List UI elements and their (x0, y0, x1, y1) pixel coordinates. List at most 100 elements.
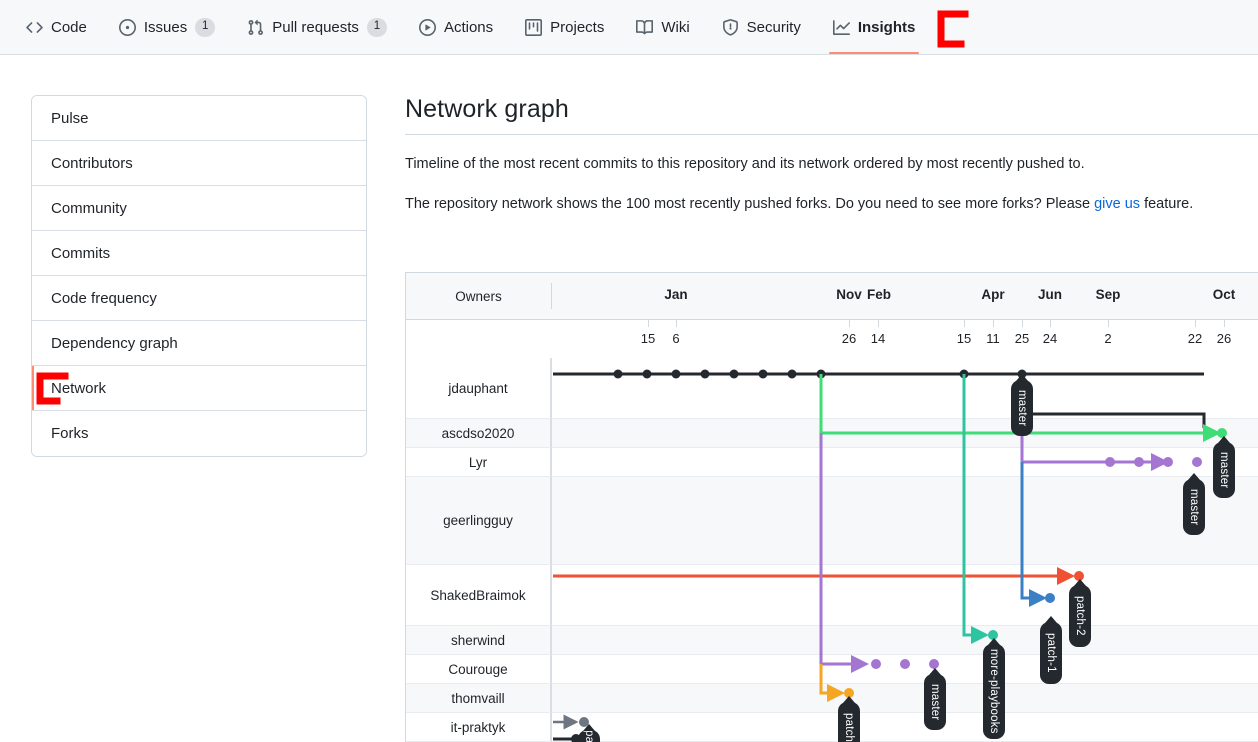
month-label-feb: Feb (866, 287, 892, 302)
nav-item-actions[interactable]: Actions (403, 1, 509, 54)
graph-rows-area: jdauphant ascdso2020 Lyr geerlingguy Sha… (406, 358, 1258, 742)
sidebar-item-commits[interactable]: Commits (32, 231, 366, 276)
sidebar-item-dependency-graph[interactable]: Dependency graph (32, 321, 366, 366)
owner-name: ShakedBraimok (406, 565, 551, 625)
owner-name: thomvaill (406, 684, 551, 712)
page-title: Network graph (405, 95, 569, 123)
repo-nav: Code Issues 1 Pull requests 1 Actions Pr… (0, 0, 1258, 55)
tick-label: 25 (1014, 331, 1030, 346)
owner-name: sherwind (406, 626, 551, 654)
main-content: Network graph Timeline of the most recen… (405, 95, 1258, 234)
branch-tag-patch-1[interactable]: patch-1 (1040, 616, 1062, 684)
sidebar-item-label: Network (51, 379, 107, 397)
table-row[interactable]: it-praktyk (406, 713, 1258, 742)
tick-mark (676, 320, 677, 327)
nav-item-label: Code (51, 18, 87, 36)
sidebar-item-label: Community (51, 199, 127, 217)
insights-sidebar: Pulse Contributors Community Commits Cod… (31, 95, 367, 457)
month-label-jun: Jun (1037, 287, 1063, 302)
nav-item-projects[interactable]: Projects (509, 1, 620, 54)
table-row[interactable]: geerlingguy (406, 477, 1258, 565)
owner-name: it-praktyk (406, 713, 551, 741)
table-row[interactable]: ascdso2020 (406, 419, 1258, 448)
sidebar-item-code-frequency[interactable]: Code frequency (32, 276, 366, 321)
owner-name: Lyr (406, 448, 551, 476)
tick-mark (1108, 320, 1109, 327)
sidebar-item-label: Commits (51, 244, 111, 262)
branch-tag-patch-2[interactable]: patch-2 (1069, 579, 1091, 647)
tick-label: 26 (1216, 331, 1232, 346)
sidebar-item-label: Code frequency (51, 289, 157, 307)
branch-tag-master[interactable]: master (1213, 436, 1235, 498)
tick-mark (648, 320, 649, 327)
table-row[interactable]: Lyr (406, 448, 1258, 477)
owners-column-separator (551, 358, 552, 742)
tick-mark (964, 320, 965, 327)
branch-tag-master[interactable]: master (1011, 374, 1033, 436)
month-label-apr: Apr (981, 287, 1005, 302)
intro-paragraph-2: The repository network shows the 100 mos… (405, 193, 1258, 215)
branch-tag-patch-2[interactable]: patch-2 (578, 724, 600, 742)
graph-header: Owners Jan Nov Feb Apr Jun Sep Oct (406, 273, 1258, 320)
intro-text-before-link: The repository network shows the 100 mos… (405, 196, 1095, 213)
nav-item-insights[interactable]: Insights (817, 1, 932, 54)
give-us-feedback-link[interactable]: give us (1094, 196, 1140, 212)
graph-tick-strip: 15 6 26 14 15 11 25 24 2 22 26 (406, 320, 1258, 358)
branch-tag-master[interactable]: master (924, 668, 946, 730)
git-pull-request-icon (247, 19, 264, 36)
nav-item-code[interactable]: Code (10, 1, 103, 54)
network-graph-page: Code Issues 1 Pull requests 1 Actions Pr… (0, 0, 1258, 742)
tick-mark (1224, 320, 1225, 327)
month-label-sep: Sep (1095, 287, 1121, 302)
nav-item-label: Insights (857, 18, 916, 36)
branch-tag-patch-2[interactable]: patch-2 (838, 696, 860, 742)
owners-column-header: Owners (455, 288, 502, 304)
sidebar-item-label: Pulse (51, 109, 89, 127)
tick-mark (1022, 320, 1023, 327)
tick-label: 24 (1042, 331, 1058, 346)
tick-label: 22 (1187, 331, 1203, 346)
tick-mark (993, 320, 994, 327)
tick-label: 2 (1104, 331, 1112, 346)
code-icon (26, 19, 43, 36)
table-row[interactable]: jdauphant (406, 358, 1258, 419)
book-icon (636, 19, 654, 36)
tick-mark (1195, 320, 1196, 327)
tick-label: 15 (956, 331, 972, 346)
sidebar-item-label: Dependency graph (51, 334, 178, 352)
issues-count-badge: 1 (195, 17, 216, 37)
sidebar-item-pulse[interactable]: Pulse (32, 96, 366, 141)
nav-item-label: Pull requests (272, 18, 359, 36)
title-divider (405, 134, 1258, 135)
sidebar-item-forks[interactable]: Forks (32, 411, 366, 456)
tick-label: 15 (640, 331, 656, 346)
nav-item-issues[interactable]: Issues 1 (103, 1, 231, 54)
table-row[interactable]: Courouge (406, 655, 1258, 684)
intro-paragraph-1: Timeline of the most recent commits to t… (405, 156, 1085, 172)
table-row[interactable]: thomvaill (406, 684, 1258, 713)
table-row[interactable]: sherwind (406, 626, 1258, 655)
owners-header-divider (551, 283, 552, 309)
pull-requests-count-badge: 1 (366, 17, 387, 37)
graph-icon (832, 19, 850, 36)
sidebar-item-community[interactable]: Community (32, 186, 366, 231)
nav-item-label: Security (746, 18, 801, 36)
network-graph-card: Owners Jan Nov Feb Apr Jun Sep Oct 15 6 (405, 272, 1258, 742)
nav-item-wiki[interactable]: Wiki (620, 1, 705, 54)
owner-name: geerlingguy (406, 477, 551, 564)
month-label-jan: Jan (664, 287, 688, 302)
table-row[interactable]: ShakedBraimok (406, 565, 1258, 626)
sidebar-item-contributors[interactable]: Contributors (32, 141, 366, 186)
nav-item-security[interactable]: Security (706, 1, 817, 54)
tick-mark (849, 320, 850, 327)
sidebar-item-label: Contributors (51, 154, 133, 172)
branch-tag-more-playbooks[interactable]: more-playbooks (983, 638, 1005, 739)
nav-item-pull-requests[interactable]: Pull requests 1 (231, 1, 403, 54)
branch-tag-master[interactable]: master (1183, 473, 1205, 535)
nav-item-label: Issues (143, 18, 188, 36)
sidebar-item-network[interactable]: Network (32, 366, 366, 411)
nav-item-label: Actions (443, 18, 494, 36)
intro-text-after-link: feature. (1140, 196, 1194, 213)
month-label-nov: Nov (836, 287, 862, 302)
project-icon (525, 18, 543, 36)
